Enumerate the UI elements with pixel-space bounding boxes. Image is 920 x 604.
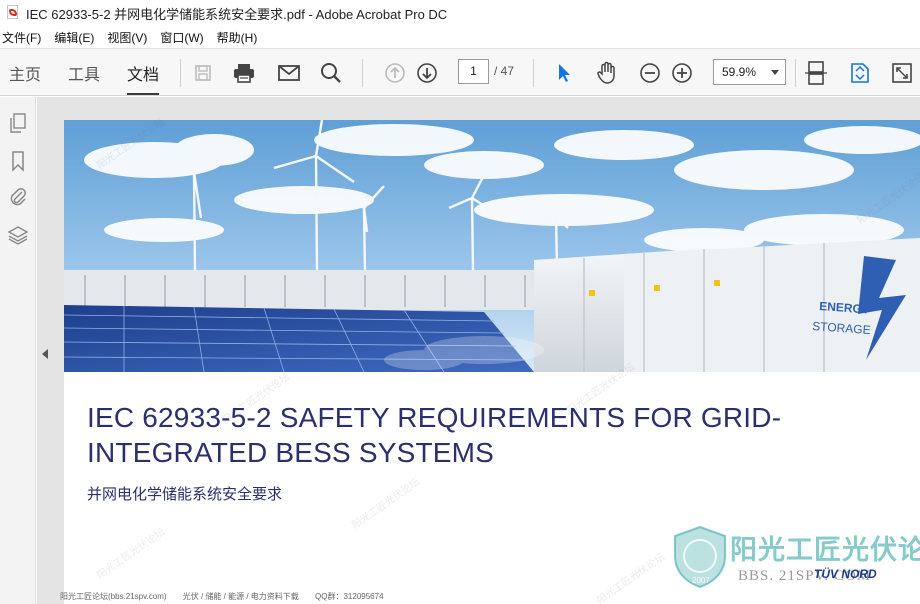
print-icon[interactable] (231, 60, 257, 86)
email-icon[interactable] (276, 60, 302, 86)
zoom-in-icon[interactable] (669, 60, 695, 86)
menu-help[interactable]: 帮助(H) (217, 27, 264, 48)
logo-year: 2007 (692, 576, 710, 585)
zoom-select[interactable]: 59.9% (713, 59, 786, 85)
brand-logo: TÜV NORD (814, 567, 877, 581)
page-total: / 47 (494, 64, 515, 78)
page-thumbnails-icon[interactable] (6, 111, 30, 135)
page-footer: 阳光工匠论坛(bbs.21spv.com) 光伏 / 储能 / 能源 / 电力资… (60, 591, 398, 602)
window-title: IEC 62933-5-2 并网电化学储能系统安全要求.pdf - Adobe … (26, 6, 448, 22)
document-subtitle: 并网电化学储能系统安全要求 (87, 486, 283, 503)
footer-site: 阳光工匠论坛(bbs.21spv.com) (60, 592, 167, 601)
document-title: IEC 62933-5-2 SAFETY REQUIREMENTS FOR GR… (87, 402, 782, 468)
hand-tool-icon[interactable] (594, 60, 620, 86)
bookmarks-icon[interactable] (6, 149, 30, 173)
menu-bar: 文件(F) 编辑(E) 视图(V) 窗口(W) 帮助(H) (0, 26, 920, 48)
chevron-down-icon (771, 70, 779, 75)
toolbar-divider (362, 59, 363, 87)
left-navigation-panel (0, 97, 36, 604)
pdf-file-icon (6, 5, 20, 21)
tab-document[interactable]: 文档 (127, 61, 160, 95)
page-up-icon[interactable] (382, 60, 408, 86)
footer-topics: 光伏 / 储能 / 能源 / 电力资料下载 (182, 592, 299, 601)
title-bar: IEC 62933-5-2 并网电化学储能系统安全要求.pdf - Adobe … (0, 0, 920, 26)
page-number-input[interactable]: 1 (458, 59, 489, 84)
toolbar-divider (533, 59, 534, 87)
menu-edit[interactable]: 编辑(E) (54, 27, 100, 48)
collapse-panel-arrow-icon[interactable] (42, 349, 48, 359)
tab-home[interactable]: 主页 (9, 61, 41, 95)
menu-window[interactable]: 窗口(W) (160, 27, 209, 48)
fit-page-icon[interactable] (847, 60, 873, 86)
save-icon[interactable] (190, 60, 216, 86)
menu-file[interactable]: 文件(F) (2, 27, 47, 48)
layers-icon[interactable] (6, 223, 30, 247)
page-view-icon[interactable] (803, 60, 829, 86)
forum-watermark-logo: 2007 阳光工匠光伏论坛 BBS. 21SPV. COM (668, 522, 920, 592)
zoom-out-icon[interactable] (637, 60, 663, 86)
full-screen-icon[interactable] (889, 60, 915, 86)
tab-tools[interactable]: 工具 (68, 61, 100, 95)
attachments-icon[interactable] (6, 185, 30, 209)
shield-icon: 2007 (674, 525, 726, 589)
menu-view[interactable]: 视图(V) (107, 27, 153, 48)
footer-qq: QQ群：312095674 (315, 592, 384, 601)
search-icon[interactable] (318, 60, 344, 86)
forum-name: 阳光工匠光伏论坛 (730, 535, 920, 565)
toolbar-divider (180, 59, 181, 87)
select-pointer-icon[interactable] (551, 60, 577, 86)
cover-photo: ENERGY STORAGE (64, 120, 920, 372)
toolbar-divider (795, 59, 796, 87)
zoom-value: 59.9% (722, 65, 757, 79)
page-down-icon[interactable] (414, 60, 440, 86)
